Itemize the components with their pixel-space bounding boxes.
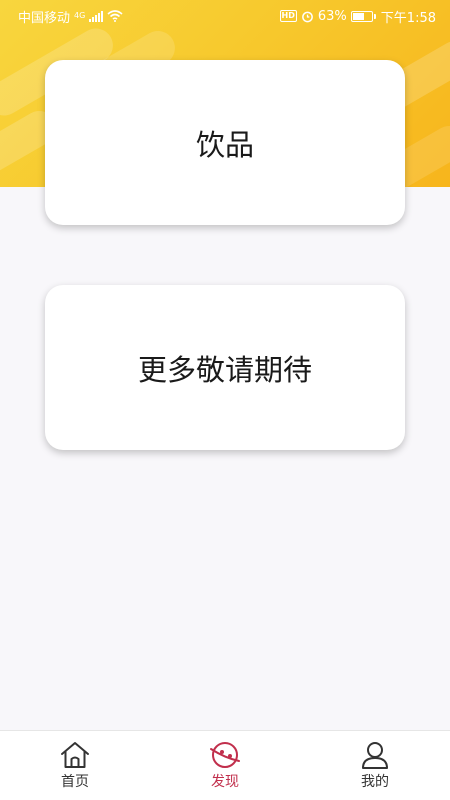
wifi-icon [107,10,123,22]
signal-icon [89,10,104,22]
card-coming-soon[interactable]: 更多敬请期待 [45,285,405,450]
nav-item-home[interactable]: 首页 [0,731,150,800]
carrier-name: 中国移动 [18,10,71,26]
battery-icon [350,10,376,22]
nav-item-mine[interactable]: 我的 [300,731,450,800]
status-right: HD 63% 下午1:58 [279,7,436,26]
card-drinks[interactable]: 饮品 [45,60,405,225]
status-left: 中国移动 4G [18,7,123,26]
nav-mine-label: 我的 [361,774,389,790]
planet-icon [210,742,240,768]
home-icon [61,742,89,768]
user-icon [362,742,388,769]
card-coming-soon-label: 更多敬请期待 [137,352,312,387]
hd-badge: HD [279,10,297,22]
battery-percent: 63% [317,8,347,24]
nav-discover-label: 发现 [211,774,239,790]
alarm-icon [302,11,313,22]
network-type: 4G [74,10,86,20]
status-bar: 中国移动 4G HD 63% 下午1:58 [0,0,450,32]
clock-time: 下午1:58 [380,10,436,26]
card-drinks-label: 饮品 [195,127,254,162]
bottom-navigation: 首页 发现 我的 [0,730,450,800]
nav-home-label: 首页 [61,774,89,790]
nav-item-discover[interactable]: 发现 [150,731,300,800]
